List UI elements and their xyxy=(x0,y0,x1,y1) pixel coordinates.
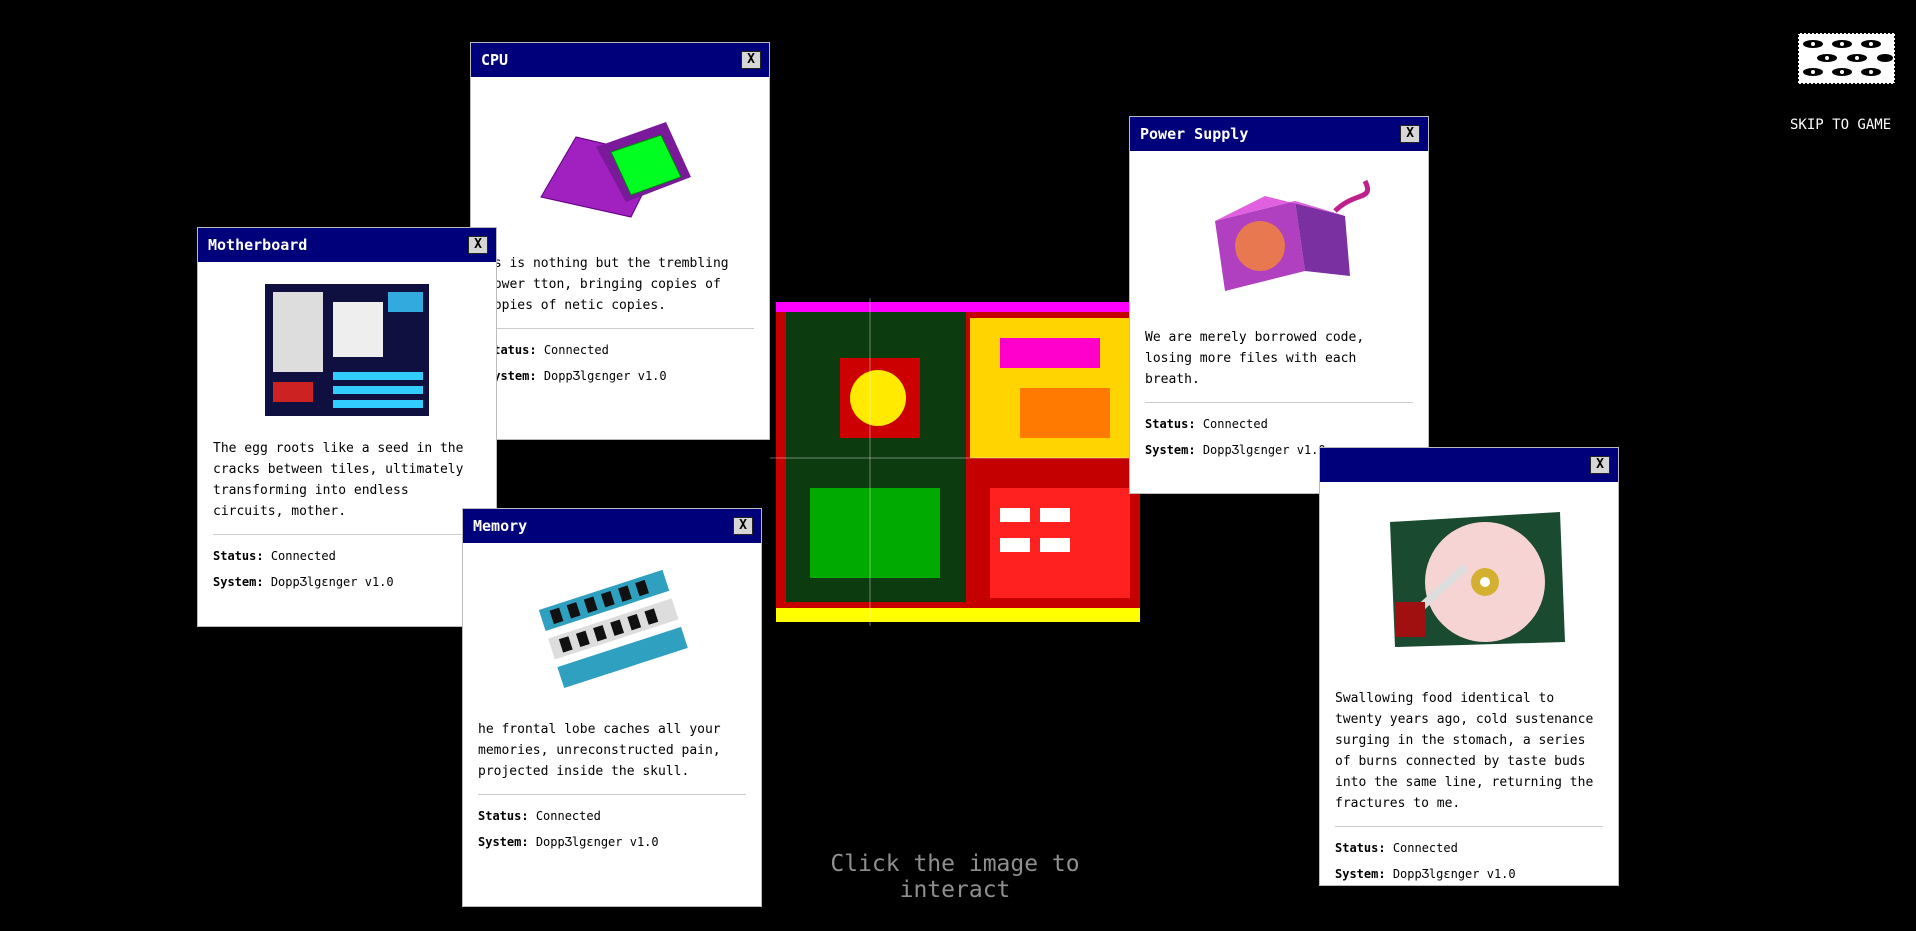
ram-stick-icon xyxy=(538,569,688,689)
window-title: Memory xyxy=(473,517,528,535)
motherboard-image xyxy=(213,262,481,432)
interaction-prompt: Click the image to interact xyxy=(830,851,1080,903)
power-supply-window[interactable]: Power Supply X We are merely borrowed co… xyxy=(1129,116,1429,494)
system-label: System: xyxy=(1335,867,1386,881)
status-value: Connected xyxy=(543,343,609,357)
cpu-window[interactable]: CPU X is is nothing but the trembling po… xyxy=(470,42,770,440)
memory-titlebar[interactable]: Memory X xyxy=(463,509,761,543)
window-title: CPU xyxy=(481,51,509,69)
close-button[interactable]: X xyxy=(741,51,761,69)
window-title: Motherboard xyxy=(208,236,308,254)
divider xyxy=(486,328,754,329)
memory-window[interactable]: Memory X he frontal lobe caches all your… xyxy=(462,508,762,907)
power-supply-icon xyxy=(1215,179,1371,291)
cpu-icon xyxy=(540,122,691,218)
window-description: Swallowing food identical to twenty year… xyxy=(1335,691,1594,811)
status-value: Connected xyxy=(1392,841,1458,855)
system-value: DoppƷlgɛnger v1.0 xyxy=(1392,867,1516,881)
close-button[interactable]: X xyxy=(1590,456,1610,474)
system-label: System: xyxy=(478,835,529,849)
motherboard-icon xyxy=(265,284,429,416)
close-button[interactable]: X xyxy=(733,517,753,535)
status-label: Status: xyxy=(213,549,264,563)
status-label: Status: xyxy=(1335,841,1386,855)
power-supply-image xyxy=(1145,151,1413,321)
cpu-image xyxy=(486,77,754,247)
motherboard-window[interactable]: Motherboard X The egg roots like a seed … xyxy=(197,227,497,627)
power-supply-titlebar[interactable]: Power Supply X xyxy=(1130,117,1428,151)
memory-image xyxy=(478,543,746,713)
hard-drive-icon xyxy=(1390,512,1565,647)
window-description: he frontal lobe caches all your memories… xyxy=(478,722,721,779)
status-value: Connected xyxy=(270,549,336,563)
window-description: is is nothing but the trembling power tt… xyxy=(486,256,729,313)
eye-pattern-logo-icon[interactable] xyxy=(1797,32,1896,85)
window-title: Power Supply xyxy=(1140,125,1249,143)
cpu-titlebar[interactable]: CPU X xyxy=(471,43,769,77)
status-label: Status: xyxy=(1145,417,1196,431)
system-label: System: xyxy=(1145,443,1196,457)
computer-case-glitch-image[interactable] xyxy=(770,298,1146,626)
divider xyxy=(1145,402,1413,403)
system-label: System: xyxy=(213,575,264,589)
divider xyxy=(213,534,481,535)
status-value: Connected xyxy=(1202,417,1268,431)
system-value: DoppƷlgɛnger v1.0 xyxy=(1202,443,1326,457)
divider xyxy=(1335,826,1603,827)
close-button[interactable]: X xyxy=(1400,125,1420,143)
divider xyxy=(478,794,746,795)
status-label: Status: xyxy=(478,809,529,823)
window-description: The egg roots like a seed in the cracks … xyxy=(213,441,464,519)
motherboard-titlebar[interactable]: Motherboard X xyxy=(198,228,496,262)
hard-drive-image xyxy=(1335,482,1603,682)
close-button[interactable]: X xyxy=(468,236,488,254)
hard-drive-titlebar[interactable]: X xyxy=(1320,448,1618,482)
system-value: DoppƷlgɛnger v1.0 xyxy=(535,835,659,849)
status-value: Connected xyxy=(535,809,601,823)
window-description: We are merely borrowed code, losing more… xyxy=(1145,330,1365,387)
system-value: DoppƷlgɛnger v1.0 xyxy=(543,369,667,383)
system-value: DoppƷlgɛnger v1.0 xyxy=(270,575,394,589)
skip-to-game-link[interactable]: SKIP TO GAME xyxy=(1790,117,1891,133)
hard-drive-window[interactable]: X Swallowing food identical to twenty ye… xyxy=(1319,447,1619,886)
